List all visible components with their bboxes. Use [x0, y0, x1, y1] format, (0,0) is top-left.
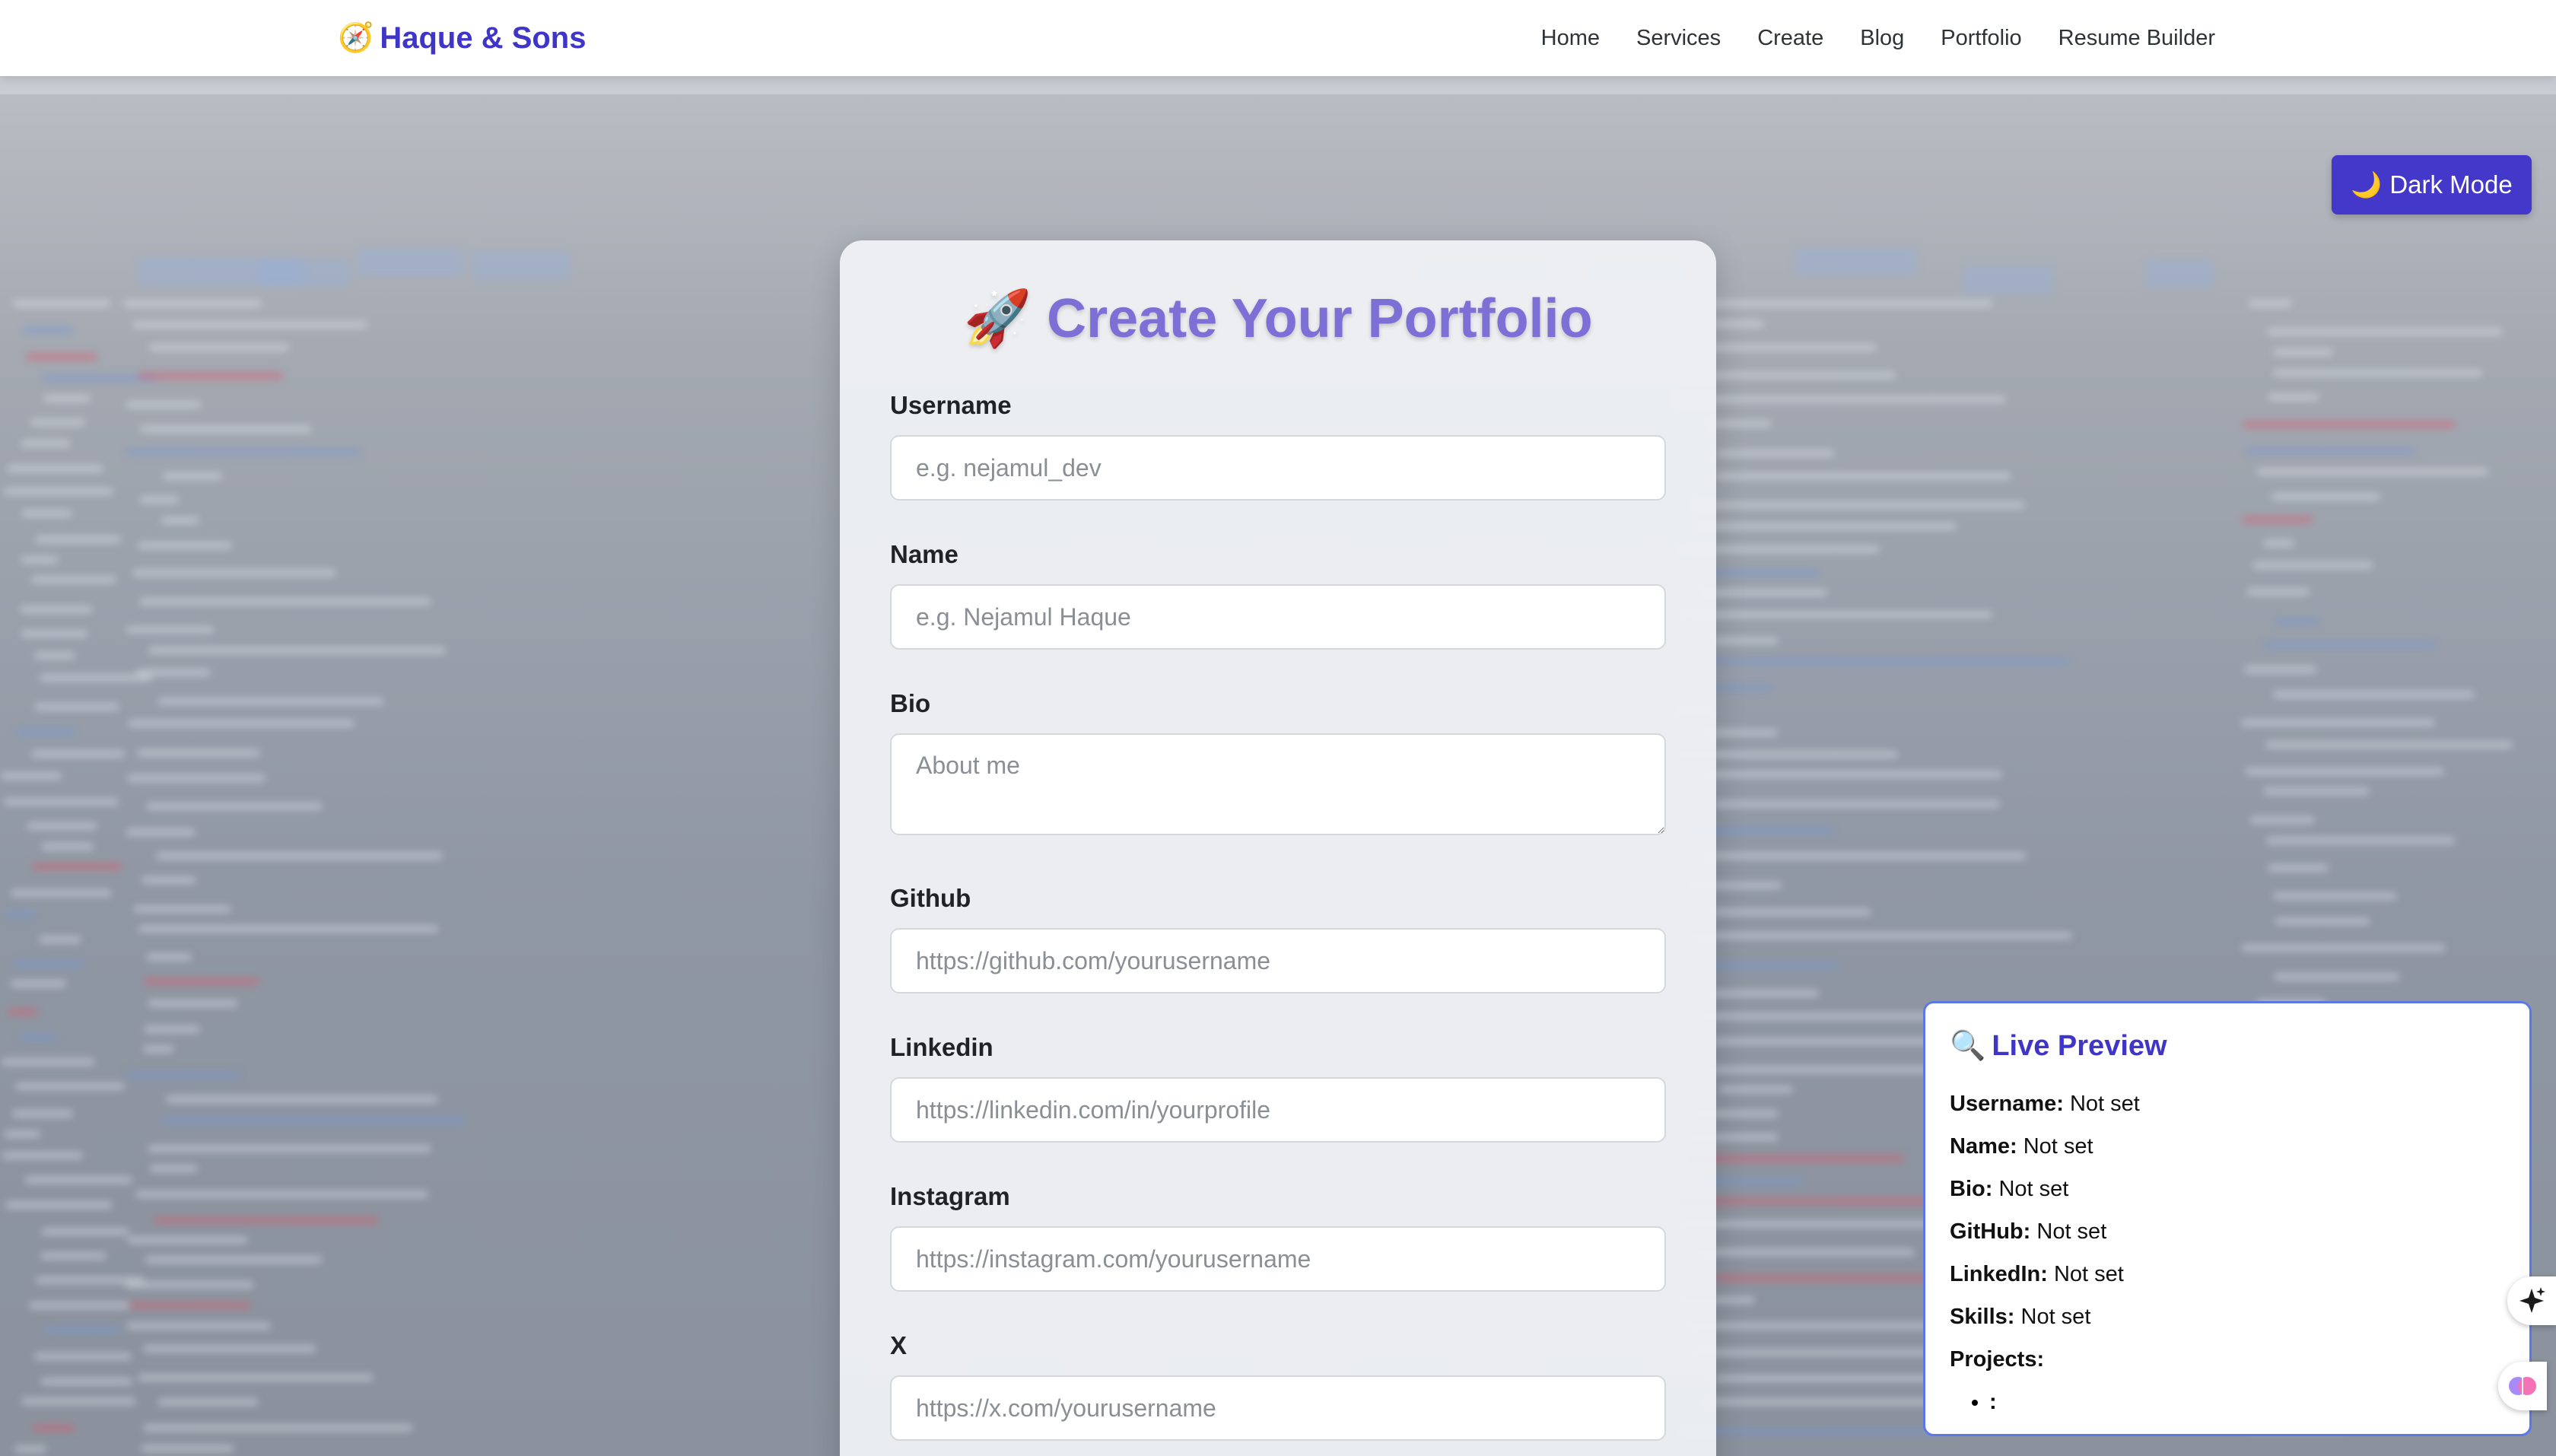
preview-username: Username: Not set [1950, 1082, 2505, 1125]
preview-key: Skills: [1950, 1305, 2015, 1329]
linkedin-field-group: Linkedin [890, 1033, 1666, 1143]
preview-projects: Projects: [1950, 1338, 2505, 1381]
instagram-input[interactable] [890, 1226, 1666, 1292]
brain-icon[interactable] [2498, 1362, 2547, 1410]
moon-icon: 🌙 [2351, 170, 2383, 199]
preview-projects-list: : [1950, 1381, 2505, 1423]
username-input[interactable] [890, 435, 1666, 501]
dark-mode-label: Dark Mode [2389, 170, 2513, 199]
preview-key: GitHub: [1950, 1219, 2031, 1244]
preview-projects-label: Projects: [1950, 1347, 2045, 1372]
linkedin-label: Linkedin [890, 1033, 993, 1061]
brand-logo[interactable]: 🧭 Haque & Sons [338, 17, 586, 59]
x-field-group: X [890, 1331, 1666, 1441]
nav-link-home[interactable]: Home [1541, 26, 1600, 51]
preview-value: Not set [2023, 1134, 2093, 1159]
github-field-group: Github [890, 884, 1666, 993]
username-field-group: Username [890, 391, 1666, 501]
nav-link-resume-builder[interactable]: Resume Builder [2058, 26, 2215, 51]
dark-mode-button[interactable]: 🌙 Dark Mode [2332, 155, 2532, 215]
magnifier-icon: 🔍 [1950, 1030, 1986, 1062]
linkedin-input[interactable] [890, 1077, 1666, 1143]
name-field-group: Name [890, 540, 1666, 650]
preview-value: Not set [1998, 1177, 2069, 1201]
compass-icon: 🧭 [338, 22, 374, 54]
sparkle-icon-glyph [2519, 1287, 2545, 1313]
github-label: Github [890, 884, 971, 912]
live-preview-panel: 🔍 Live Preview Username: Not set Name: N… [1923, 1001, 2532, 1436]
portfolio-form-card: 🚀 Create Your Portfolio Username Name Bi… [840, 240, 1716, 1456]
preview-key: Name: [1950, 1134, 2017, 1159]
preview-bio: Bio: Not set [1950, 1168, 2505, 1210]
bio-field-group: Bio [890, 689, 1666, 835]
brain-icon-glyph [2509, 1377, 2536, 1395]
x-label: X [890, 1331, 908, 1359]
preview-key: LinkedIn: [1950, 1262, 2048, 1286]
instagram-field-group: Instagram [890, 1182, 1666, 1292]
preview-key: Bio: [1950, 1177, 1993, 1201]
live-preview-title-text: Live Preview [1992, 1029, 2167, 1062]
nav-link-services[interactable]: Services [1636, 26, 1721, 51]
top-navbar: 🧭 Haque & Sons Home Services Create Blog… [0, 0, 2556, 76]
bio-textarea[interactable] [890, 733, 1666, 835]
nav-link-create[interactable]: Create [1757, 26, 1823, 51]
rocket-icon: 🚀 [963, 288, 1032, 349]
preview-linkedin: LinkedIn: Not set [1950, 1253, 2505, 1295]
name-input[interactable] [890, 584, 1666, 650]
name-label: Name [890, 540, 958, 568]
github-input[interactable] [890, 928, 1666, 993]
preview-github: GitHub: Not set [1950, 1210, 2505, 1253]
username-label: Username [890, 391, 1012, 419]
preview-value: Not set [2053, 1262, 2124, 1286]
preview-name: Name: Not set [1950, 1125, 2505, 1168]
nav-links: Home Services Create Blog Portfolio Resu… [1541, 21, 2215, 55]
preview-value: Not set [2020, 1305, 2091, 1329]
x-input[interactable] [890, 1375, 1666, 1441]
page-title-text: Create Your Portfolio [1047, 288, 1593, 349]
preview-skills: Skills: Not set [1950, 1295, 2505, 1338]
page-title: 🚀 Create Your Portfolio [840, 286, 1716, 351]
preview-project-item: : [1989, 1381, 2505, 1423]
bio-label: Bio [890, 689, 931, 717]
nav-link-portfolio[interactable]: Portfolio [1941, 26, 2021, 51]
preview-value: Not set [2069, 1092, 2140, 1116]
live-preview-title: 🔍 Live Preview [1950, 1029, 2505, 1063]
preview-value: Not set [2036, 1219, 2107, 1244]
sparkle-icon[interactable] [2507, 1276, 2556, 1325]
preview-key: Username: [1950, 1092, 2064, 1116]
brand-name: Haque & Sons [380, 21, 587, 55]
nav-link-blog[interactable]: Blog [1860, 26, 1904, 51]
instagram-label: Instagram [890, 1182, 1010, 1210]
preview-project-text: : [1989, 1390, 1997, 1414]
